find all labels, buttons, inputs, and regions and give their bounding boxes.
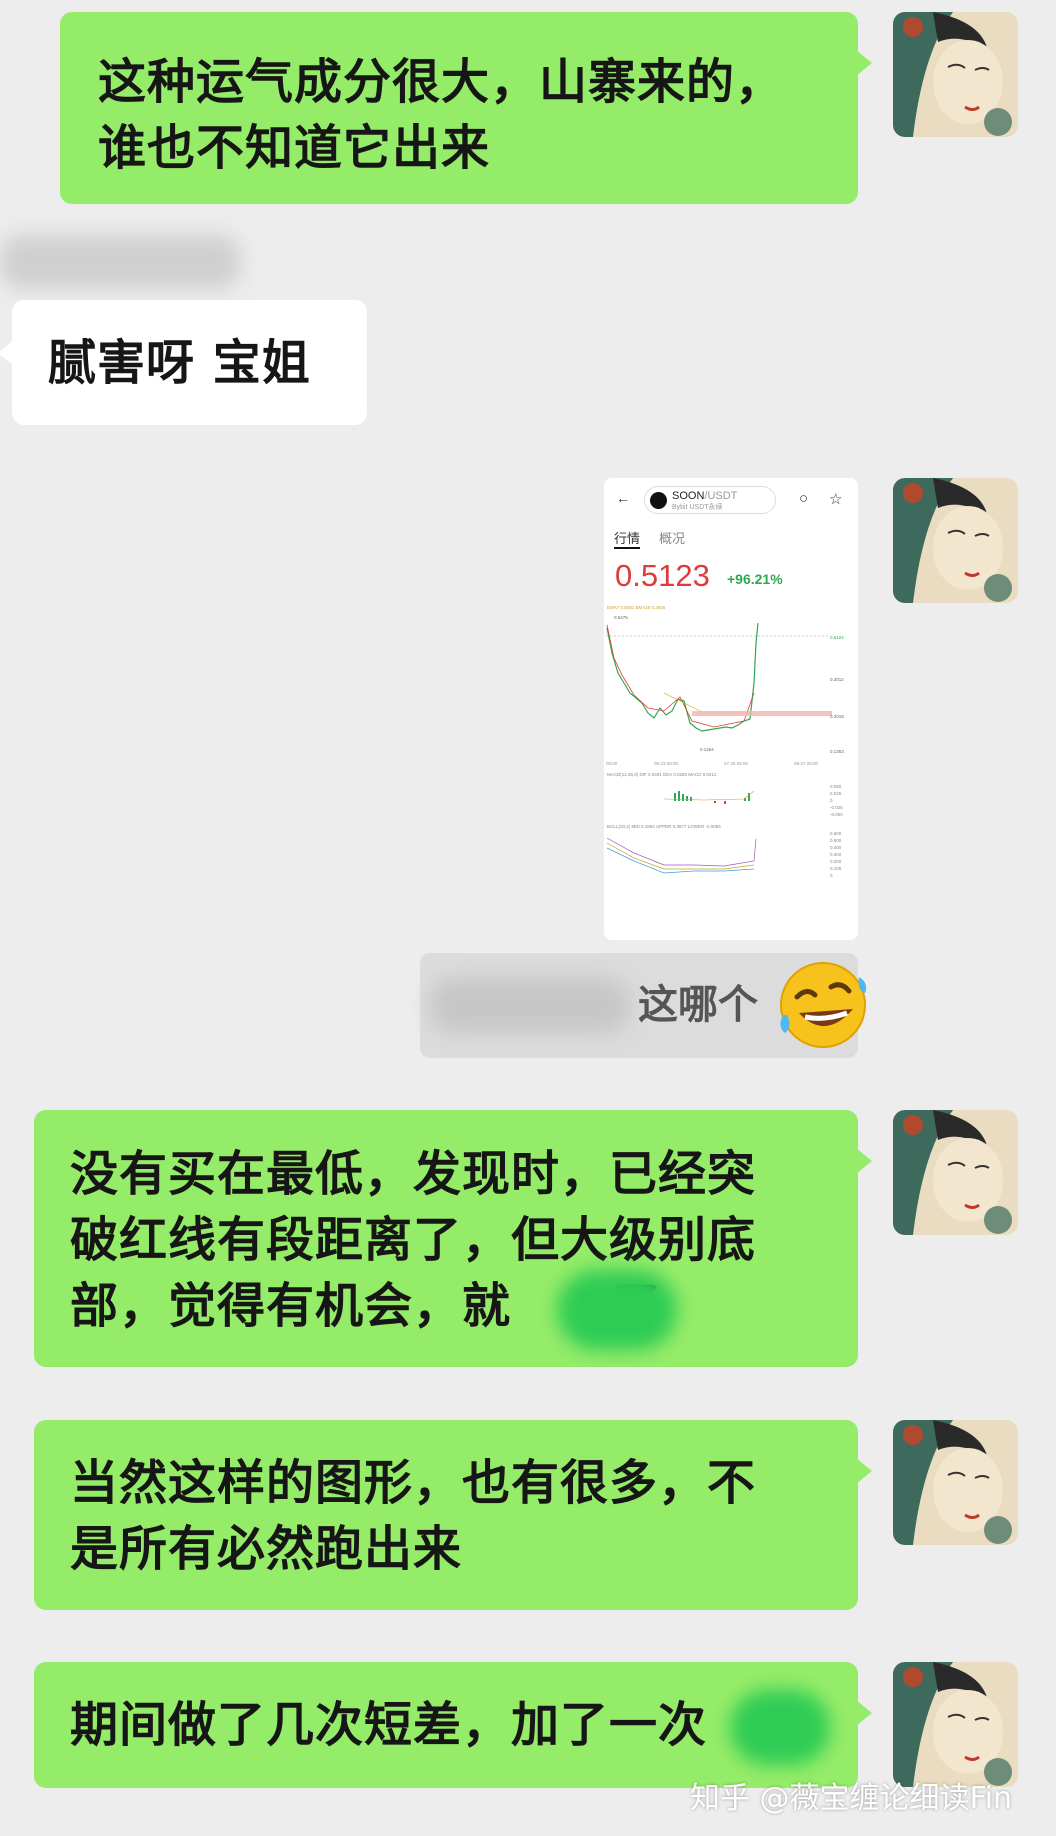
avatar[interactable] xyxy=(893,1662,1018,1787)
avatar-portrait-icon xyxy=(893,12,1018,137)
message-bubble-4[interactable]: 没有买在最低，发现时，已经突 破红线有段距离了，但大级别底 部，觉得有机会，就了 xyxy=(34,1110,872,1367)
price-change: +96.21% xyxy=(727,571,783,587)
avatar[interactable] xyxy=(893,1420,1018,1545)
message-text-line: 这种运气成分很大，山寨来的， xyxy=(98,54,785,110)
blurred-sender-name xyxy=(0,235,240,289)
quoted-reply[interactable]: 这哪个 xyxy=(420,953,867,1058)
message-text-line: 当然这样的图形，也有很多，不 xyxy=(70,1455,757,1511)
macd-y-label: 0 xyxy=(830,798,833,803)
boll-y-label: 0.600 xyxy=(830,831,842,836)
y-label: 0.5124 xyxy=(830,635,844,640)
macd-histogram xyxy=(663,790,755,804)
avatar[interactable] xyxy=(893,12,1018,137)
price: 0.5123 xyxy=(615,558,710,593)
avatar[interactable] xyxy=(893,478,1018,603)
exchange-label: Bybit USDT永续 xyxy=(672,504,723,511)
symbol: SOON xyxy=(672,490,705,502)
message-bubble-5[interactable]: 当然这样的图形，也有很多，不 是所有必然跑出来 xyxy=(34,1420,872,1610)
macd-indicator-label: MACD(12,26,9) DIF 0.0491 DEA 0.0285 MACD… xyxy=(607,772,717,777)
message-text-line: 部，觉得有机会，就 xyxy=(70,1278,512,1334)
macd-y-label: -0.050 xyxy=(830,812,843,817)
coin-logo-icon xyxy=(650,492,667,509)
avatar-portrait-icon xyxy=(893,478,1018,603)
message-text-line: 破红线有段距离了，但大级别底 xyxy=(70,1212,757,1268)
tab-market: 行情 xyxy=(614,528,641,549)
chart-screenshot-image[interactable]: ← SOON/USDT Bybit USDT永续 ○ ☆ 行情 概况 0.512… xyxy=(604,478,858,940)
message-bubble-1[interactable]: 这种运气成分很大，山寨来的， 谁也不知道它出来 xyxy=(60,12,872,204)
boll-y-label: 0.500 xyxy=(830,838,842,843)
macd-y-label: -0.025 xyxy=(830,805,843,810)
avatar-portrait-icon xyxy=(893,1420,1018,1545)
message-text: 腻害呀 宝姐 xyxy=(48,335,311,391)
redaction-smudge xyxy=(730,1690,830,1765)
tab-overview: 概况 xyxy=(659,531,686,546)
rofl-emoji-icon xyxy=(780,962,867,1048)
ema-indicator-label: EMA7 0.5081 EMA25 0.3005 xyxy=(607,605,666,610)
avatar-portrait-icon xyxy=(893,1662,1018,1787)
quoted-text: 这哪个 xyxy=(638,982,758,1028)
message-text: 期间做了几次短差，加了一次 xyxy=(70,1697,708,1753)
boll-lines xyxy=(606,837,757,874)
screenshot-header: ← SOON/USDT Bybit USDT永续 ○ ☆ xyxy=(604,478,858,520)
low-price-label: 0.1264 xyxy=(700,747,714,752)
x-label: 06-23 08:00 xyxy=(654,761,679,766)
x-label: 08:00 xyxy=(606,761,618,766)
message-text-line: 谁也不知道它出来 xyxy=(98,120,491,176)
symbol-pill: SOON/USDT Bybit USDT永续 xyxy=(644,486,776,514)
boll-indicator-label: BOLL(20,2) MID 0.1894 UPPER 0.3877 LOWER… xyxy=(607,824,721,829)
y-label: 0.2018 xyxy=(830,714,844,719)
message-bubble-2[interactable]: 腻害呀 宝姐 xyxy=(0,300,367,425)
blurred-quoted-name xyxy=(430,978,630,1033)
avatar-portrait-icon xyxy=(893,1110,1018,1235)
search-icon: ○ xyxy=(799,490,809,507)
boll-y-label: 0.300 xyxy=(830,852,842,857)
watermark: 知乎 @薇宝缠论细读Fin xyxy=(690,1781,1012,1816)
boll-y-label: 0.200 xyxy=(830,859,842,864)
boll-y-label: 0 xyxy=(830,873,833,878)
pair-suffix: /USDT xyxy=(704,490,738,502)
redaction-smudge xyxy=(557,1270,677,1350)
candles xyxy=(606,622,832,732)
boll-y-label: 0.100 xyxy=(830,866,842,871)
x-label: 07-26 08:00 xyxy=(724,761,749,766)
star-icon: ☆ xyxy=(829,491,843,508)
y-label: 0.3012 xyxy=(830,677,844,682)
candlestick-chart: EMA7 0.5081 EMA25 0.3005 0.5475 0.5124 0… xyxy=(606,605,844,878)
boll-y-label: 0.400 xyxy=(830,845,842,850)
x-label: 08-27 08:00 xyxy=(794,761,819,766)
message-text-line: 没有买在最低，发现时，已经突 xyxy=(70,1146,757,1202)
macd-y-label: 0.025 xyxy=(830,791,842,796)
top-price-label: 0.5475 xyxy=(614,615,628,620)
y-label: 0.1353 xyxy=(830,749,844,754)
macd-y-label: 0.050 xyxy=(830,784,842,789)
avatar[interactable] xyxy=(893,1110,1018,1235)
back-arrow-icon: ← xyxy=(616,490,630,506)
message-text-line: 是所有必然跑出来 xyxy=(70,1521,463,1577)
